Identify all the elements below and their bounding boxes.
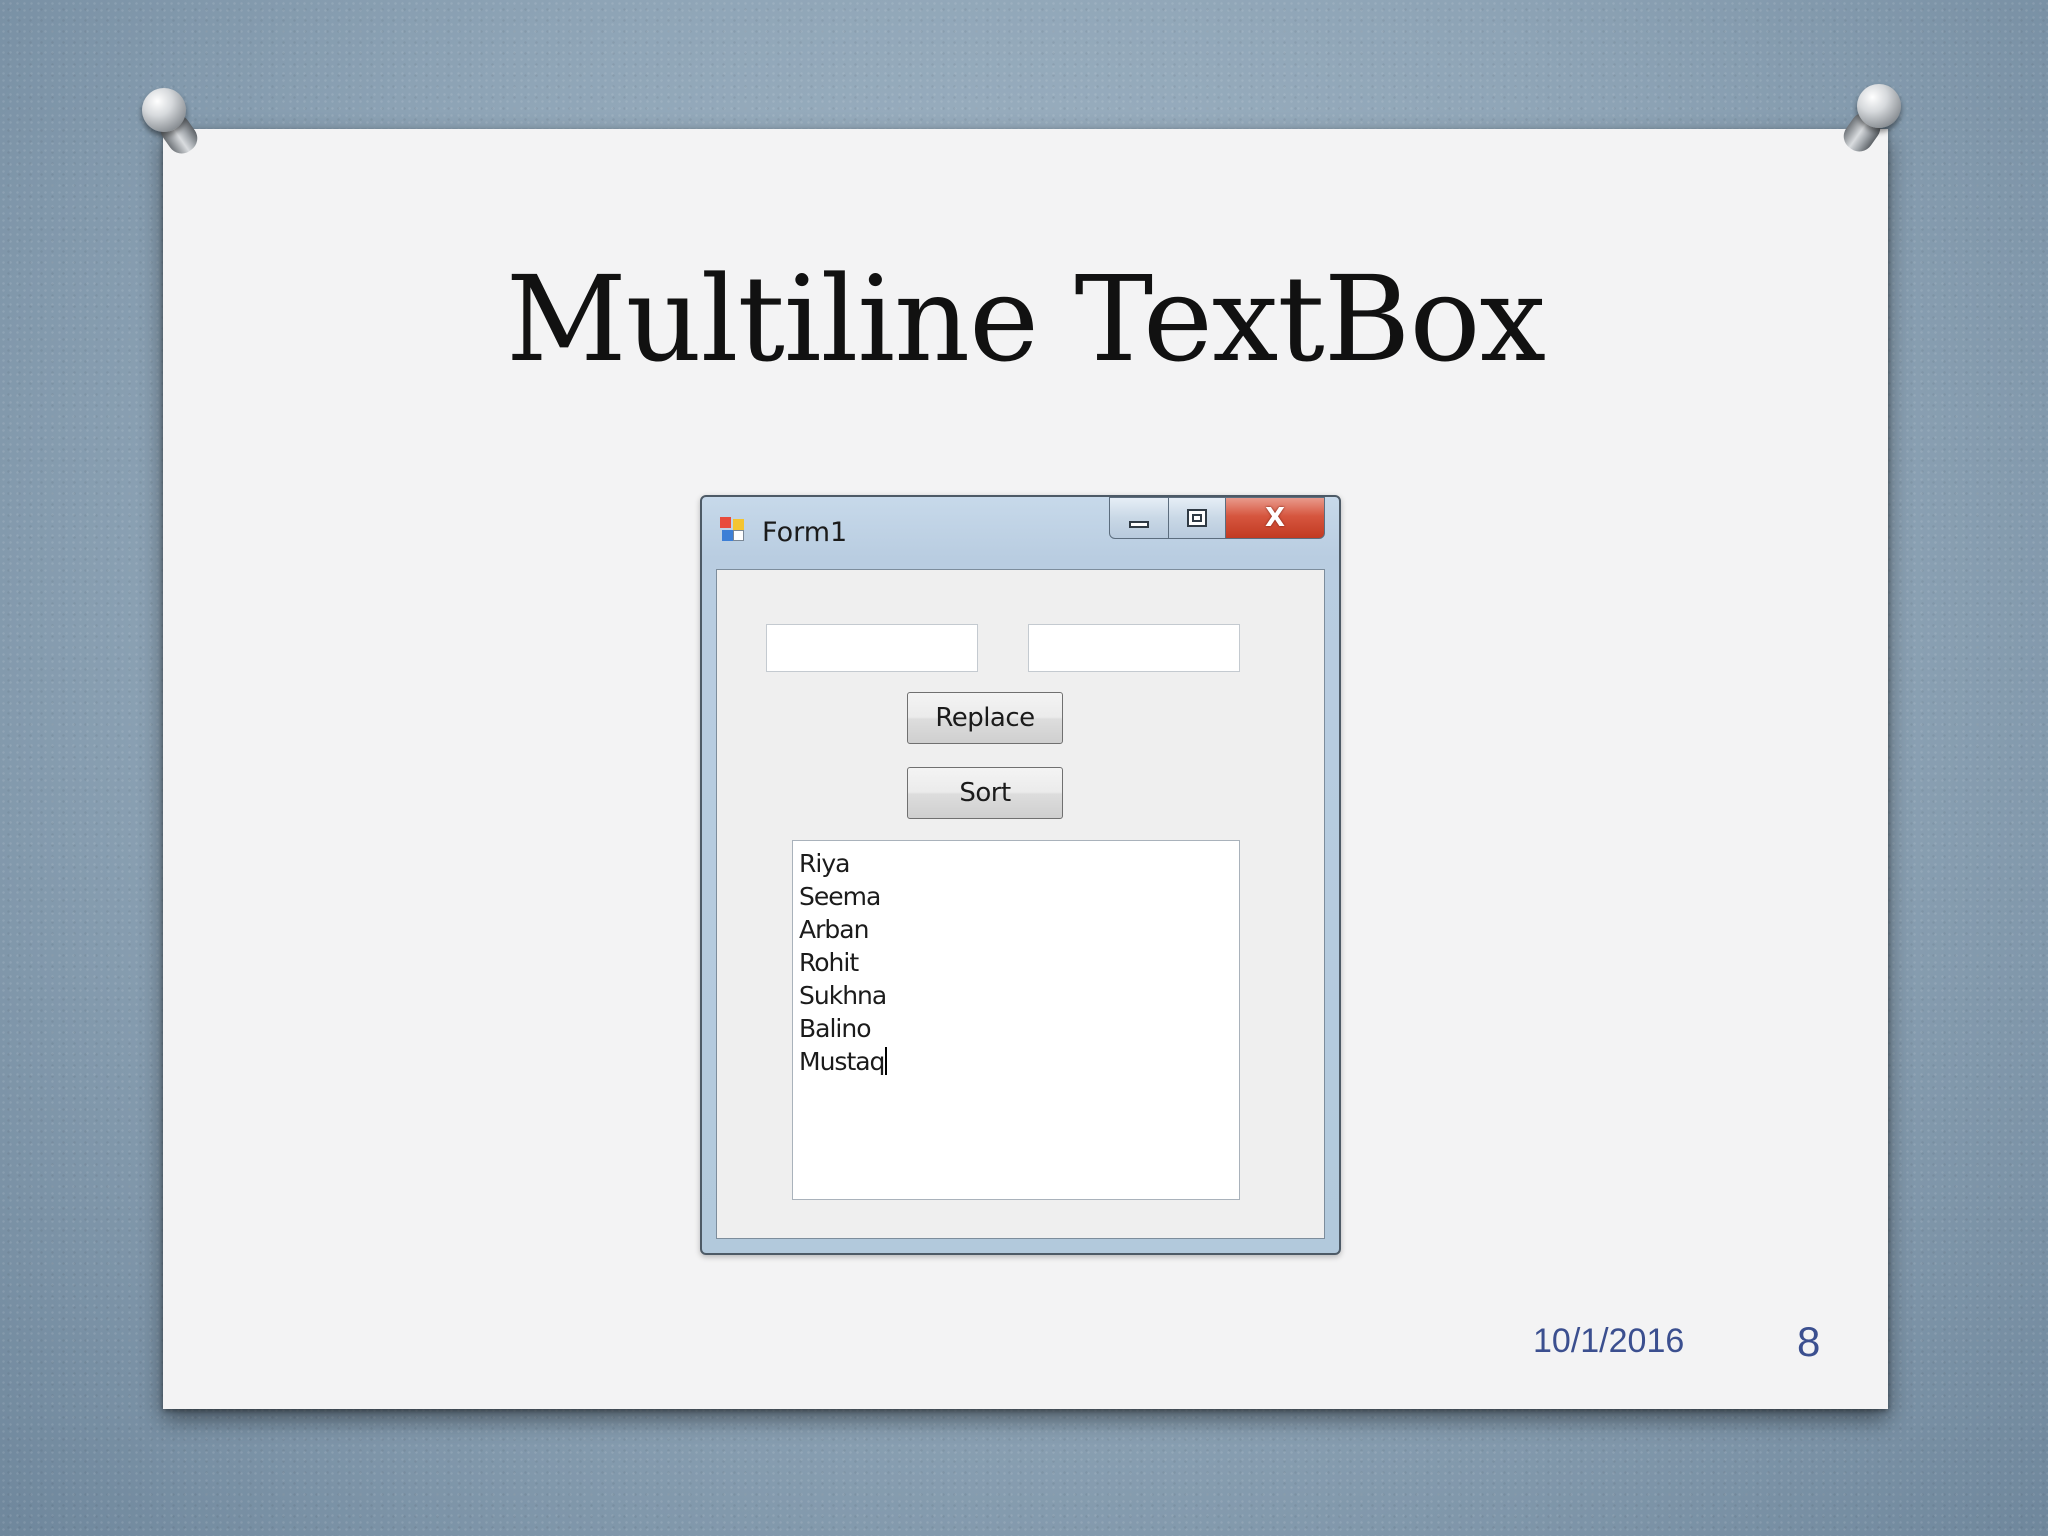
pushpin-icon xyxy=(142,88,203,159)
maximize-icon xyxy=(1187,509,1207,527)
text-line: Sukhna xyxy=(799,981,887,1010)
close-icon: X xyxy=(1264,503,1286,533)
winforms-app-icon xyxy=(720,517,746,543)
slide-page-number: 8 xyxy=(1797,1318,1821,1365)
minimize-button[interactable] xyxy=(1109,497,1169,539)
form-client-area: Replace Sort Riya Seema Arban Rohit Sukh… xyxy=(716,569,1325,1239)
sort-button[interactable]: Sort xyxy=(907,767,1063,819)
form-window: Form1 X Replace Sort Riya Seema Arban Ro… xyxy=(700,495,1341,1255)
text-line: Balino xyxy=(799,1014,872,1043)
slide-title: Multiline TextBox xyxy=(505,250,1546,388)
text-caret xyxy=(885,1047,888,1075)
text-line: Riya xyxy=(799,849,850,878)
multiline-textbox[interactable]: Riya Seema Arban Rohit Sukhna Balino Mus… xyxy=(792,840,1240,1200)
window-titlebar[interactable]: Form1 X xyxy=(702,497,1339,565)
text-line: Rohit xyxy=(799,948,859,977)
text-line: Seema xyxy=(799,882,881,911)
slide-date: 10/1/2016 xyxy=(1533,1322,1685,1360)
text-line: Arban xyxy=(799,915,869,944)
maximize-button[interactable] xyxy=(1168,497,1226,539)
caption-buttons: X xyxy=(1109,497,1325,539)
textbox-find[interactable] xyxy=(766,624,978,672)
text-line-last-value: Mustaq xyxy=(799,1047,885,1076)
textbox-replace-with[interactable] xyxy=(1028,624,1240,672)
replace-button[interactable]: Replace xyxy=(907,692,1063,744)
text-line-last: Mustaq xyxy=(799,1045,1233,1078)
pushpin-icon xyxy=(1838,84,1901,157)
close-button[interactable]: X xyxy=(1225,497,1325,539)
window-title: Form1 xyxy=(762,517,848,548)
minimize-icon xyxy=(1129,520,1149,528)
